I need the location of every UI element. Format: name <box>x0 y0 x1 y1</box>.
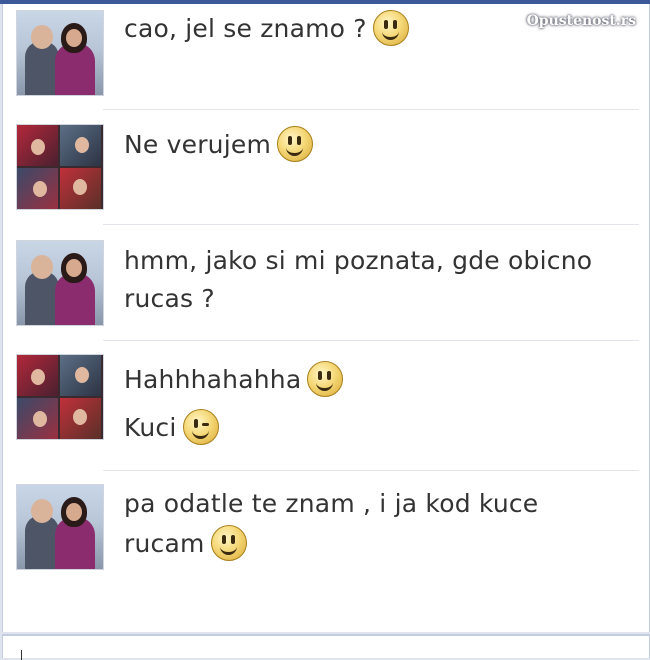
text-cursor <box>21 650 22 660</box>
avatar-sender-female[interactable] <box>16 354 104 440</box>
message-text: Ne verujem <box>124 126 314 164</box>
chat-thread: cao, jel se znamo ? Ne verujem hmm, jako… <box>2 4 650 632</box>
message-5: pa odatle te znam , i ja kod kuce rucam <box>3 472 649 592</box>
avatar-sender-female[interactable] <box>16 124 104 210</box>
message-3: hmm, jako si mi poznata, gde obicno ruca… <box>3 226 649 340</box>
message-line: Hahhhahahha <box>124 365 302 394</box>
message-divider <box>103 109 639 110</box>
message-line: cao, jel se znamo ? <box>124 14 367 43</box>
watermark-text: Opustenost.rs <box>526 13 636 29</box>
message-line: rucam <box>124 529 205 558</box>
message-line: Kuci <box>124 413 177 442</box>
message-divider <box>103 340 639 341</box>
message-text: cao, jel se znamo ? <box>124 10 409 48</box>
message-divider <box>103 470 639 471</box>
avatar-sender-male[interactable] <box>16 240 104 326</box>
message-line: rucas ? <box>124 284 215 313</box>
smiley-icon <box>210 525 247 561</box>
message-text: Hahhhahahha Kuci <box>124 356 344 452</box>
message-divider <box>103 224 639 225</box>
message-text: hmm, jako si mi poznata, gde obicno ruca… <box>124 242 592 318</box>
smiley-icon <box>372 10 409 46</box>
message-text: pa odatle te znam , i ja kod kuce rucam <box>124 484 538 564</box>
smiley-icon <box>277 126 314 162</box>
message-2: Ne verujem <box>3 112 649 226</box>
smiley-icon <box>307 361 344 397</box>
avatar-sender-male[interactable] <box>16 484 104 570</box>
message-line: hmm, jako si mi poznata, gde obicno <box>124 246 593 275</box>
wink-icon <box>182 409 219 445</box>
reply-input[interactable] <box>2 634 650 660</box>
message-line: pa odatle te znam , i ja kod kuce <box>124 489 539 518</box>
avatar-sender-male[interactable] <box>16 10 104 96</box>
message-4: Hahhhahahha Kuci <box>3 342 649 470</box>
message-line: Ne verujem <box>124 130 272 159</box>
